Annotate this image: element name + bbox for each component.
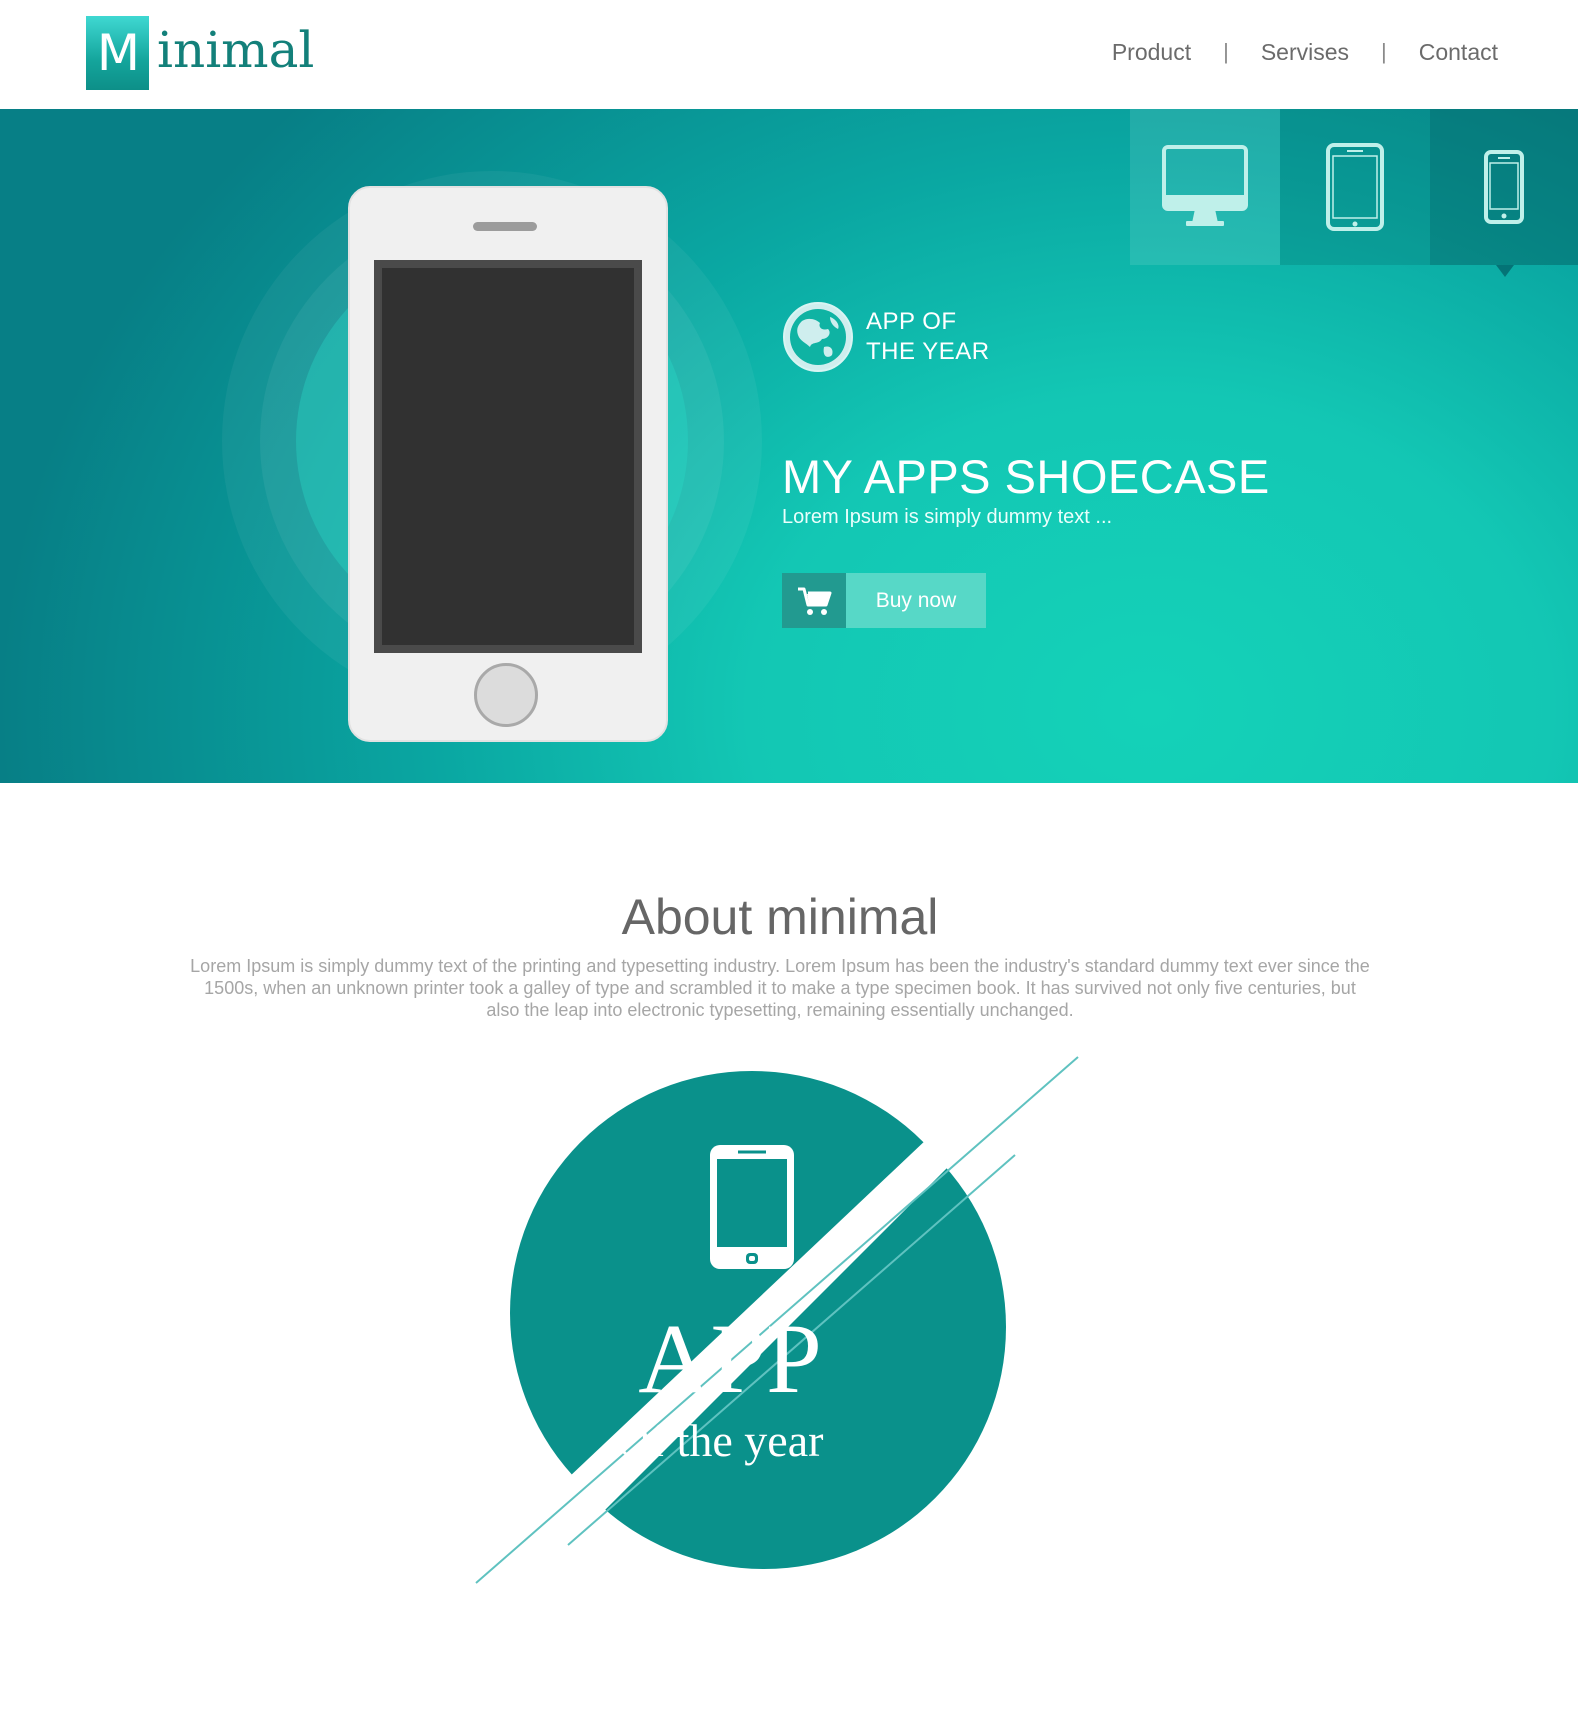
tablet-icon (1326, 143, 1384, 231)
logo-letter: M (96, 24, 140, 82)
tab-desktop[interactable] (1130, 109, 1280, 265)
nav-link-contact[interactable]: Contact (1419, 39, 1498, 66)
phone-icon (1484, 150, 1524, 224)
hero-title: MY APPS SHOECASE (782, 450, 1270, 503)
badge-title: APP (638, 1303, 822, 1414)
hero-banner: APP OF THE YEAR MY APPS SHOECASE Lorem I… (0, 109, 1578, 783)
hero-subtitle: Lorem Ipsum is simply dummy text ... (782, 506, 1113, 528)
nav-link-product[interactable]: Product (1112, 39, 1191, 66)
tablet-icon (710, 1145, 794, 1269)
buy-now-label: Buy now (846, 573, 986, 628)
site-header: M inimal Product | Servises | Contact (0, 0, 1578, 109)
active-tab-pointer (1496, 265, 1514, 277)
globe-icon (783, 302, 853, 372)
phone-mockup (348, 186, 668, 742)
tab-tablet[interactable] (1280, 109, 1430, 265)
phone-home-button (474, 663, 538, 727)
award-line-2: THE YEAR (866, 338, 990, 365)
cart-icon (798, 587, 832, 615)
nav-separator: | (1223, 39, 1229, 64)
about-title: About minimal (621, 888, 939, 945)
cart-icon-box (782, 573, 846, 628)
desktop-icon (1162, 145, 1248, 226)
logo-text: inimal (157, 21, 315, 79)
award-line-1: APP OF (866, 308, 957, 335)
buy-now-button[interactable]: Buy now (782, 573, 986, 628)
nav-link-services[interactable]: Servises (1261, 39, 1349, 66)
award-block: APP OF THE YEAR (782, 301, 990, 373)
app-of-the-year-badge: APP Of the year (470, 1045, 1090, 1585)
tab-phone[interactable] (1430, 109, 1578, 277)
phone-speaker (473, 222, 537, 231)
about-text: Lorem Ipsum is simply dummy text of the … (190, 956, 1370, 1020)
phone-screen (374, 260, 642, 653)
nav-separator: | (1381, 39, 1387, 64)
logo[interactable]: M (86, 16, 149, 90)
award-text: APP OF THE YEAR (866, 307, 990, 367)
badge-subtitle: Of the year (616, 1415, 824, 1466)
device-switcher (1130, 109, 1578, 277)
main-nav: Product | Servises | Contact (1112, 37, 1498, 67)
